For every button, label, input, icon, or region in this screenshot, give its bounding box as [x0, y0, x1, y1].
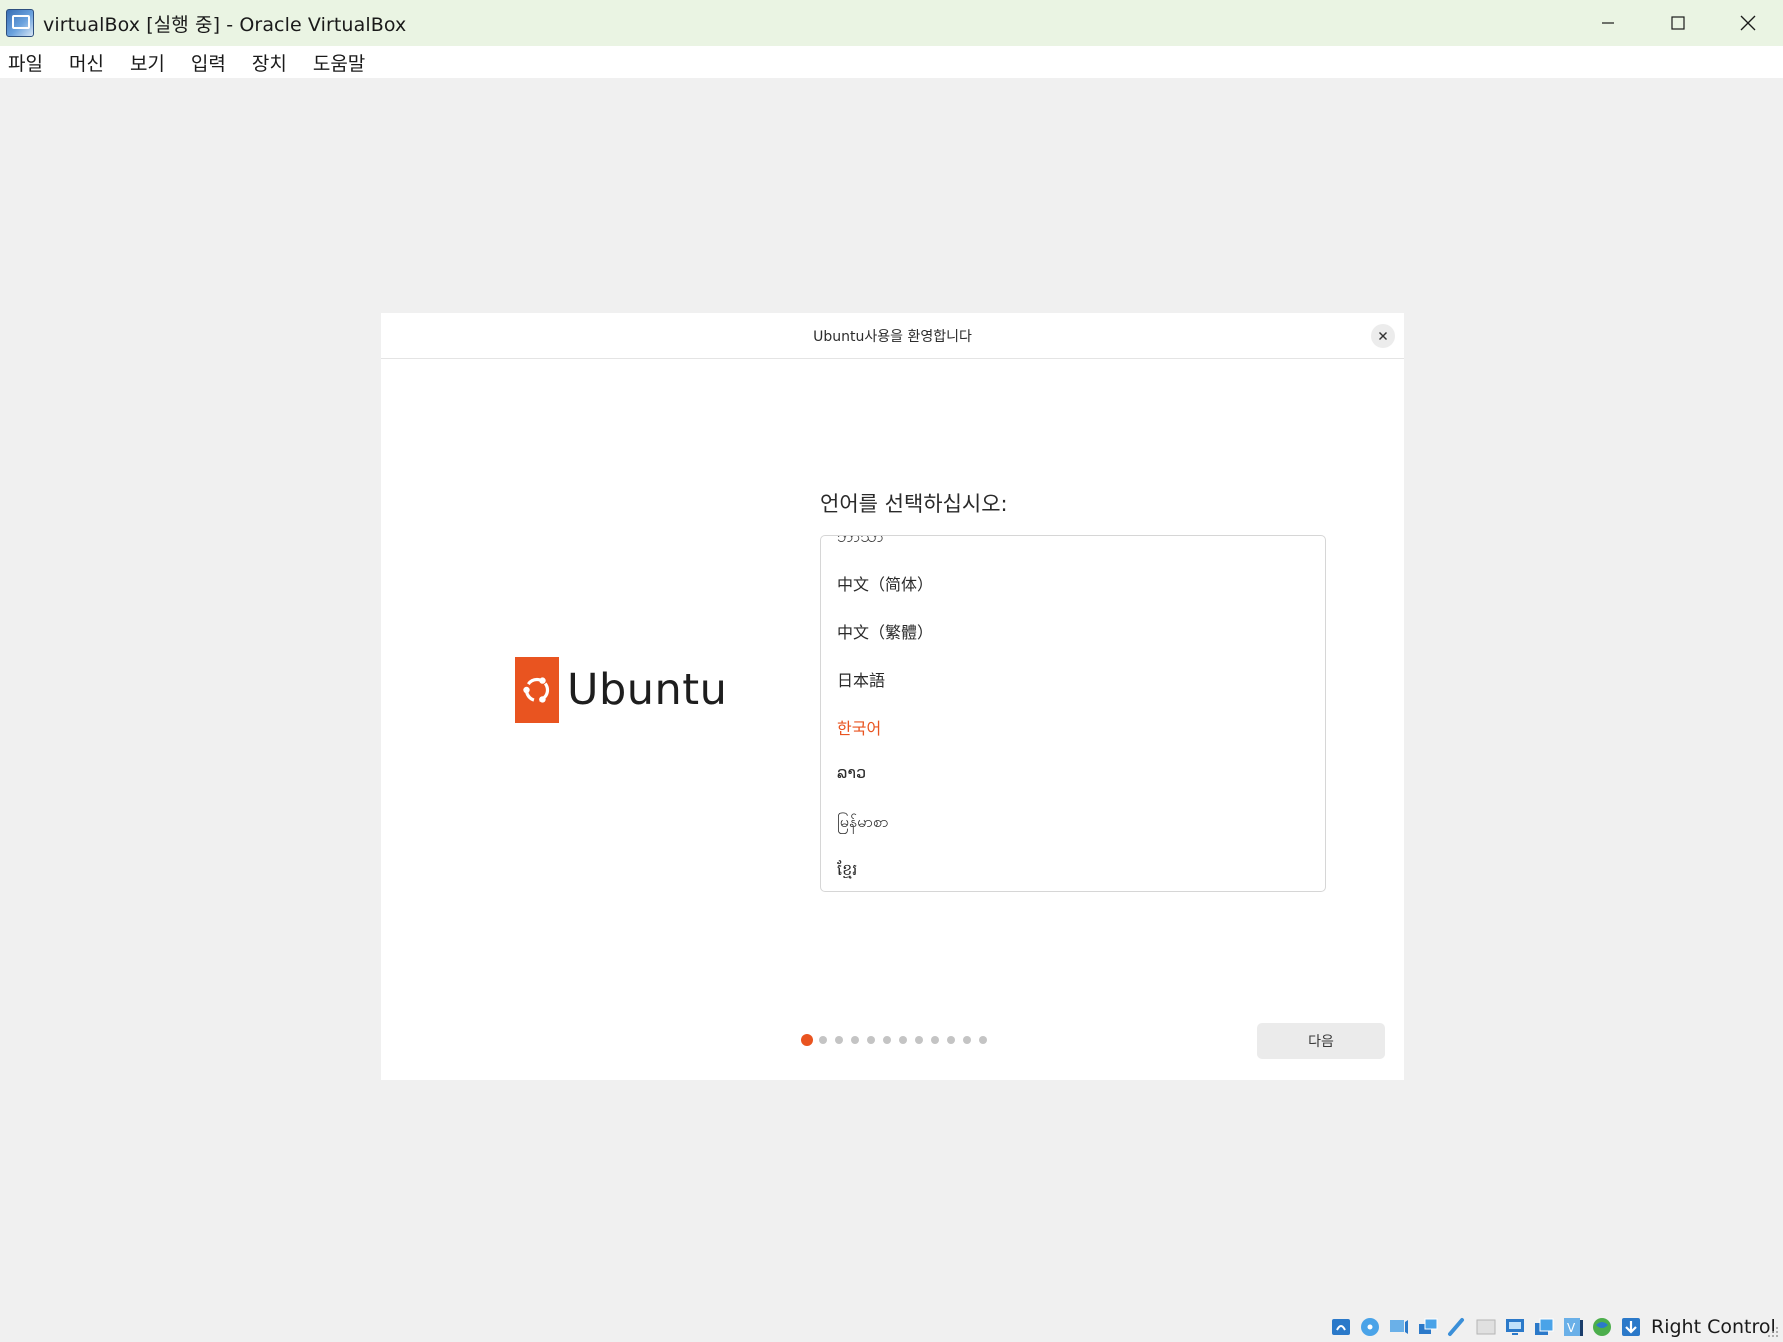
menu-devices[interactable]: 장치 — [244, 49, 299, 76]
dialog-close-button[interactable] — [1371, 324, 1395, 348]
usb-icon[interactable] — [1446, 1316, 1468, 1338]
language-item[interactable]: 日本語 — [837, 667, 885, 691]
language-list[interactable]: ဘာသာ 中文（简体） 中文（繁體） 日本語 한국어 ລາວ မြန်မာစာ … — [820, 535, 1326, 892]
virtualization-icon[interactable]: V — [1562, 1316, 1584, 1338]
step-dot — [851, 1036, 859, 1044]
minimize-button[interactable] — [1573, 0, 1643, 46]
language-item-partial[interactable]: ဘာသာ — [837, 536, 884, 551]
dialog-title: Ubuntu사용을 환영합니다 — [813, 328, 972, 345]
display-icon[interactable] — [1504, 1316, 1526, 1338]
menu-help[interactable]: 도움말 — [305, 49, 377, 76]
step-dot — [899, 1036, 907, 1044]
window-title: virtualBox [실행 중] - Oracle VirtualBox — [43, 13, 407, 36]
step-indicator — [801, 1034, 995, 1046]
step-dot — [867, 1036, 875, 1044]
menu-input[interactable]: 입력 — [183, 49, 238, 76]
close-icon — [1740, 15, 1756, 31]
step-dot — [835, 1036, 843, 1044]
resize-grip-icon[interactable] — [1767, 1326, 1779, 1338]
language-item[interactable]: မြန်မာစာ — [837, 811, 888, 835]
language-item-selected[interactable]: 한국어 — [837, 715, 881, 739]
menu-view[interactable]: 보기 — [122, 49, 177, 76]
language-heading: 언어를 선택하십시오: — [820, 492, 1008, 516]
status-bar: V Right Control — [1330, 1314, 1776, 1340]
ubuntu-logo: Ubuntu — [515, 657, 727, 723]
step-dot — [883, 1036, 891, 1044]
host-key-label: Right Control — [1651, 1316, 1776, 1338]
step-dot-active — [801, 1034, 813, 1046]
ubuntu-circle-of-friends-icon — [515, 657, 559, 723]
close-window-button[interactable] — [1713, 0, 1783, 46]
menu-machine[interactable]: 머신 — [61, 49, 116, 76]
optical-disc-icon[interactable] — [1359, 1316, 1381, 1338]
capture-icon[interactable] — [1533, 1316, 1555, 1338]
step-dot — [947, 1036, 955, 1044]
hard-disk-icon[interactable] — [1330, 1316, 1352, 1338]
step-dot — [915, 1036, 923, 1044]
step-dot — [963, 1036, 971, 1044]
maximize-button[interactable] — [1643, 0, 1713, 46]
cpu-icon[interactable] — [1591, 1316, 1613, 1338]
virtualbox-vm-icon — [6, 9, 34, 37]
audio-icon[interactable] — [1388, 1316, 1410, 1338]
ubuntu-wordmark: Ubuntu — [567, 665, 728, 715]
menu-bar: 파일 머신 보기 입력 장치 도움말 — [0, 46, 1783, 78]
step-dot — [931, 1036, 939, 1044]
menu-file[interactable]: 파일 — [0, 49, 55, 76]
title-bar: virtualBox [실행 중] - Oracle VirtualBox — [0, 0, 1783, 46]
language-item[interactable]: 中文（简体） — [837, 571, 933, 595]
minimize-icon — [1602, 22, 1614, 24]
window-controls — [1573, 0, 1783, 46]
svg-text:V: V — [1567, 1321, 1576, 1335]
next-button[interactable]: 다음 — [1257, 1023, 1385, 1059]
dialog-header: Ubuntu사용을 환영합니다 — [381, 313, 1404, 359]
mouse-integration-icon[interactable] — [1620, 1316, 1642, 1338]
virtualbox-window: virtualBox [실행 중] - Oracle VirtualBox 파일… — [0, 0, 1783, 1342]
maximize-icon — [1671, 16, 1685, 30]
welcome-dialog: Ubuntu사용을 환영합니다 Ubuntu 언어를 선택하십시오: ဘာသာ … — [381, 313, 1404, 1080]
step-dot — [979, 1036, 987, 1044]
language-item[interactable]: ខ្មែរ — [837, 859, 857, 883]
close-icon — [1379, 332, 1387, 340]
network-icon[interactable] — [1417, 1316, 1439, 1338]
shared-folder-icon[interactable] — [1475, 1316, 1497, 1338]
step-dot — [819, 1036, 827, 1044]
language-item[interactable]: ລາວ — [837, 763, 866, 782]
language-item[interactable]: 中文（繁體） — [837, 619, 933, 643]
